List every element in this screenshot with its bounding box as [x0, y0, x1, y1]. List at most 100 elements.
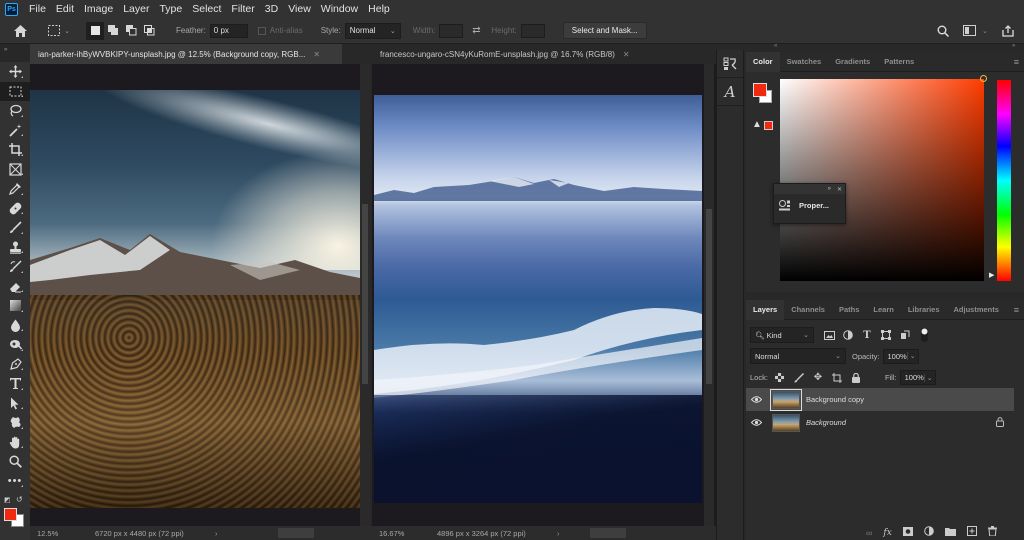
path-selection-tool[interactable] [0, 394, 30, 414]
menu-select[interactable]: Select [187, 3, 226, 15]
collapse-dock-icon[interactable]: « [774, 43, 777, 49]
pen-tool[interactable] [0, 355, 30, 375]
menu-filter[interactable]: Filter [226, 3, 259, 15]
filter-pixel-button[interactable] [822, 328, 836, 342]
menu-image[interactable]: Image [79, 3, 118, 15]
scroll-thumb[interactable] [362, 204, 368, 384]
filter-shape-button[interactable] [879, 328, 893, 342]
menu-layer[interactable]: Layer [118, 3, 154, 15]
menu-window[interactable]: Window [316, 3, 363, 15]
fill-input[interactable]: 100% ⌄ [899, 370, 936, 385]
workspace-button[interactable]: ⌄ [963, 25, 988, 36]
blur-tool[interactable] [0, 316, 30, 336]
hscroll-thumb[interactable] [277, 528, 314, 538]
move-tool[interactable] [0, 62, 30, 82]
intersect-selection-button[interactable] [140, 25, 158, 36]
panel-menu-icon[interactable]: ≡ [1014, 305, 1019, 315]
tab-swatches[interactable]: Swatches [780, 52, 829, 72]
new-group-button[interactable] [944, 527, 956, 539]
menu-type[interactable]: Type [154, 3, 187, 15]
layer-row-background-copy[interactable]: Background copy [746, 388, 1014, 411]
shape-tool[interactable] [0, 413, 30, 433]
lock-all-button[interactable] [849, 371, 863, 385]
blend-mode-select[interactable]: Normal ⌄ [750, 348, 846, 364]
filter-smart-object-button[interactable] [898, 328, 912, 342]
swap-colors-icon[interactable]: ↺ [16, 495, 23, 504]
menu-3d[interactable]: 3D [260, 3, 283, 15]
style-select[interactable]: Normal ⌄ [344, 22, 401, 39]
tab-color[interactable]: Color [746, 51, 780, 72]
panel-menu-icon[interactable]: ≡ [1014, 57, 1019, 67]
scroll-thumb[interactable] [706, 209, 712, 384]
layer-row-background[interactable]: Background [746, 411, 1014, 434]
opacity-input[interactable]: 100% ⌄ [882, 348, 919, 364]
tab-layers[interactable]: Layers [746, 299, 785, 320]
visibility-eye-icon[interactable] [746, 396, 766, 403]
antialias-checkbox[interactable] [257, 26, 266, 35]
gradient-tool[interactable] [0, 296, 30, 316]
zoom-tool[interactable] [0, 452, 30, 472]
hue-slider[interactable] [997, 80, 1011, 281]
lock-artboard-button[interactable] [830, 371, 844, 385]
status-menu-icon[interactable]: › [215, 529, 218, 538]
tab-paths[interactable]: Paths [832, 300, 866, 320]
tab-channels[interactable]: Channels [784, 300, 832, 320]
default-colors-icon[interactable]: ◩ [4, 496, 11, 504]
menu-view[interactable]: View [283, 3, 316, 15]
link-layers-button[interactable]: ∞ [866, 528, 872, 538]
layer-filter-select[interactable]: 🔍︎ Kind ⌄ [750, 327, 814, 343]
chevron-down-icon[interactable]: ⌄ [906, 352, 916, 360]
expand-dock-icon[interactable]: » [1012, 43, 1015, 49]
foreground-color-swatch[interactable] [4, 508, 17, 521]
edit-toolbar-button[interactable]: ••• [0, 472, 30, 492]
new-layer-button[interactable] [966, 526, 977, 539]
filter-type-button[interactable]: T [860, 328, 874, 342]
close-tab-icon[interactable]: ✕ [623, 50, 630, 59]
history-brush-tool[interactable] [0, 257, 30, 277]
floating-panel-header[interactable]: » ✕ [774, 184, 845, 194]
layer-style-button[interactable]: fx [883, 528, 891, 538]
lasso-tool[interactable] [0, 101, 30, 121]
clone-stamp-tool[interactable] [0, 238, 30, 258]
document-1-canvas-area[interactable] [30, 64, 370, 526]
type-tool[interactable] [0, 374, 30, 394]
share-button[interactable] [1002, 24, 1014, 37]
search-button[interactable] [937, 25, 950, 37]
color-panel-foreground-swatch[interactable] [753, 83, 767, 97]
tab-libraries[interactable]: Libraries [901, 300, 947, 320]
hscroll-thumb[interactable] [589, 528, 626, 538]
menu-help[interactable]: Help [363, 3, 395, 15]
lock-position-button[interactable]: ✥ [811, 371, 825, 385]
close-tab-icon[interactable]: ✕ [313, 50, 320, 59]
new-selection-button[interactable] [86, 21, 104, 40]
delete-layer-button[interactable] [987, 526, 997, 539]
tab-patterns[interactable]: Patterns [877, 52, 921, 72]
eyedropper-tool[interactable] [0, 179, 30, 199]
magic-wand-tool[interactable] [0, 121, 30, 141]
add-mask-button[interactable] [902, 526, 913, 539]
hue-slider-handle[interactable]: ▶ [989, 271, 994, 279]
layer-name[interactable]: Background [806, 418, 846, 427]
document-tab-1[interactable]: ian-parker-ihByWVBKIPY-unsplash.jpg @ 12… [30, 44, 342, 64]
lock-transparent-pixels-button[interactable] [773, 371, 787, 385]
tab-adjustments[interactable]: Adjustments [947, 300, 1006, 320]
properties-floating-panel[interactable]: » ✕ Proper... [773, 183, 846, 224]
lock-image-pixels-button[interactable] [792, 371, 806, 385]
document-tab-2[interactable]: francesco-ungaro-cSN4yKuRomE-unsplash.jp… [372, 44, 716, 64]
layer-lock-icon[interactable] [996, 416, 1004, 429]
tab-gradients[interactable]: Gradients [828, 52, 877, 72]
frame-tool[interactable] [0, 160, 30, 180]
menu-edit[interactable]: Edit [51, 3, 79, 15]
filter-toggle[interactable] [917, 328, 931, 342]
layer-name[interactable]: Background copy [806, 395, 864, 404]
saturation-brightness-field[interactable] [780, 75, 987, 281]
gamut-color-swatch[interactable] [764, 121, 773, 130]
chevron-down-icon[interactable]: ⌄ [923, 373, 933, 382]
rectangular-marquee-tool[interactable] [0, 81, 30, 101]
filter-adjustment-button[interactable] [841, 328, 855, 342]
marquee-preset-button[interactable]: ⌄ [42, 25, 76, 36]
add-selection-button[interactable] [104, 25, 122, 36]
document-1-vscrollbar[interactable] [360, 64, 370, 526]
crop-tool[interactable] [0, 140, 30, 160]
healing-brush-tool[interactable] [0, 199, 30, 219]
